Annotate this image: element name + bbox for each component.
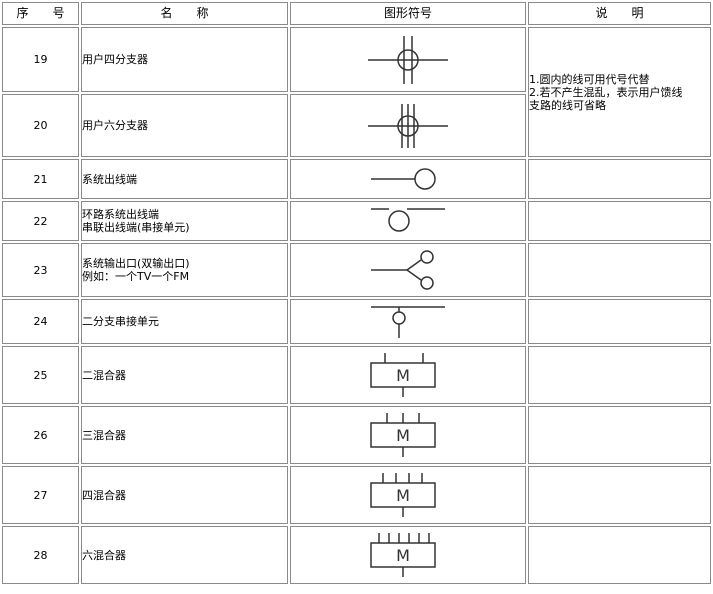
row-name: 四混合器 xyxy=(81,466,288,524)
table-row: 24 二分支串接单元 xyxy=(2,299,711,344)
row-name-line: 串联出线端(串接单元) xyxy=(82,221,190,234)
three-input-mixer-icon: M xyxy=(370,413,436,457)
row-name-line: 二分支串接单元 xyxy=(82,315,159,328)
row-description xyxy=(528,346,711,404)
row-description xyxy=(528,406,711,464)
header-no: 序 号 xyxy=(2,2,79,25)
note-line: 2.若不产生混乱，表示用户馈线 xyxy=(529,85,683,99)
row-name-line: 例如：一个TV一个FM xyxy=(82,270,190,283)
row-number: 20 xyxy=(2,94,79,157)
row-name: 三混合器 xyxy=(81,406,288,464)
row-description xyxy=(528,526,711,584)
user-six-way-tap-icon xyxy=(368,103,448,148)
table-row: 21 系统出线端 xyxy=(2,159,711,199)
svg-text:M: M xyxy=(396,546,410,565)
table-row: 23 系统输出口(双输出口) 例如：一个TV一个FM xyxy=(2,243,711,297)
table-row: 28 六混合器 M xyxy=(2,526,711,584)
row-name-line: 系统出线端 xyxy=(82,172,137,186)
six-input-mixer-icon: M xyxy=(370,533,436,577)
row-symbol xyxy=(290,159,526,199)
row-name: 六混合器 xyxy=(81,526,288,584)
row-number: 21 xyxy=(2,159,79,199)
row-symbol: M xyxy=(290,526,526,584)
row-name-line: 三混合器 xyxy=(82,428,126,442)
row-number: 28 xyxy=(2,526,79,584)
row-symbol xyxy=(290,94,526,157)
row-description xyxy=(528,466,711,524)
row-name-line: 用户六分支器 xyxy=(82,119,148,132)
row-name-line: 系统输出口(双输出口) xyxy=(82,257,190,270)
row-name-line: 六混合器 xyxy=(82,548,126,562)
two-way-series-unit-icon xyxy=(371,305,445,338)
two-input-mixer-icon: M xyxy=(370,353,436,397)
user-four-way-tap-icon xyxy=(368,35,448,84)
row-symbol xyxy=(290,299,526,344)
table-row: 25 二混合器 M xyxy=(2,346,711,404)
table-header-row: 序 号 名 称 图形符号 说 明 xyxy=(2,2,711,25)
row-symbol: M xyxy=(290,406,526,464)
row-symbol xyxy=(290,243,526,297)
svg-text:M: M xyxy=(396,426,410,445)
row-name: 系统输出口(双输出口) 例如：一个TV一个FM xyxy=(81,243,288,297)
row-symbol xyxy=(290,201,526,241)
system-outlet-end-icon xyxy=(371,168,436,190)
row-number: 25 xyxy=(2,346,79,404)
svg-text:M: M xyxy=(396,366,410,385)
row-name: 用户六分支器 xyxy=(81,94,288,157)
row-number: 26 xyxy=(2,406,79,464)
symbol-table: 序 号 名 称 图形符号 说 明 19 用户四分支器 1.圆内的线可用代号代替 … xyxy=(0,0,713,586)
row-number: 22 xyxy=(2,201,79,241)
header-name: 名 称 xyxy=(81,2,288,25)
header-symbol: 图形符号 xyxy=(290,2,526,25)
row-name-line: 用户四分支器 xyxy=(82,53,148,66)
row-description xyxy=(528,159,711,199)
row-symbol xyxy=(290,27,526,92)
row-description xyxy=(528,201,711,241)
four-input-mixer-icon: M xyxy=(370,473,436,517)
row-symbol: M xyxy=(290,346,526,404)
table-row: 22 环路系统出线端 串联出线端(串接单元) xyxy=(2,201,711,241)
note-line: 支路的线可省略 xyxy=(529,98,606,112)
row-description xyxy=(528,299,711,344)
row-name-line: 环路系统出线端 xyxy=(82,208,159,221)
row-number: 23 xyxy=(2,243,79,297)
loop-outlet-end-icon xyxy=(371,208,445,232)
row-number: 27 xyxy=(2,466,79,524)
row-name-line: 二混合器 xyxy=(82,368,126,382)
table-row: 27 四混合器 M xyxy=(2,466,711,524)
row-name-line: 四混合器 xyxy=(82,488,126,502)
row-number: 19 xyxy=(2,27,79,92)
table-row: 26 三混合器 M xyxy=(2,406,711,464)
row-name: 用户四分支器 xyxy=(81,27,288,92)
row-name: 环路系统出线端 串联出线端(串接单元) xyxy=(81,201,288,241)
row-name: 二混合器 xyxy=(81,346,288,404)
svg-text:M: M xyxy=(396,486,410,505)
row-name: 二分支串接单元 xyxy=(81,299,288,344)
header-desc: 说 明 xyxy=(528,2,711,25)
dual-output-port-icon xyxy=(371,250,434,290)
row-description: 1.圆内的线可用代号代替 2.若不产生混乱，表示用户馈线 支路的线可省略 xyxy=(528,27,711,157)
row-symbol: M xyxy=(290,466,526,524)
row-name: 系统出线端 xyxy=(81,159,288,199)
note-line: 1.圆内的线可用代号代替 xyxy=(529,72,650,86)
row-number: 24 xyxy=(2,299,79,344)
table-row: 19 用户四分支器 1.圆内的线可用代号代替 2.若不产生混乱，表示用户馈线 支… xyxy=(2,27,711,157)
row-description xyxy=(528,243,711,297)
